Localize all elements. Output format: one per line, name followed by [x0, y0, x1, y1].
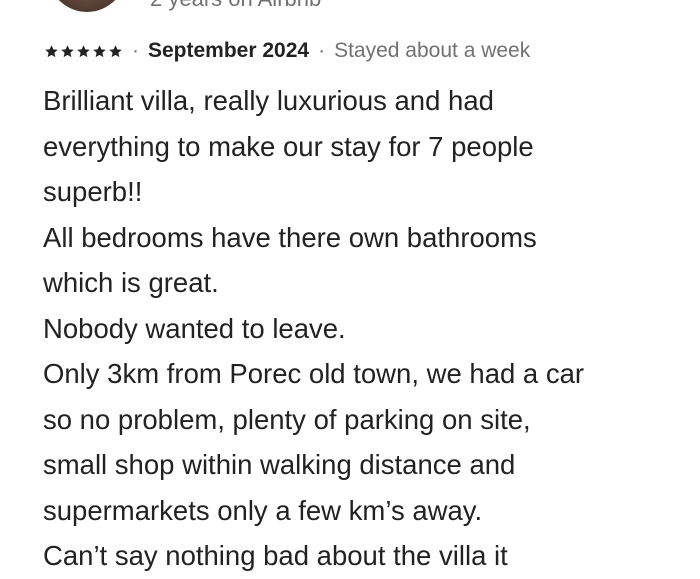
- review-line: everything to make our stay for 7 people: [43, 130, 534, 162]
- review-line: Can’t say nothing bad about the villa it: [43, 540, 508, 571]
- review-line: Only 3km from Porec old town, we had a c…: [43, 358, 585, 389]
- star-icon: [60, 44, 75, 59]
- review-date: September 2024: [148, 39, 310, 62]
- review-text: Brilliant villa, really luxurious and ha…: [43, 78, 683, 579]
- review-line: Nobody wanted to leave.: [43, 312, 346, 344]
- review-line: superb!!: [43, 176, 143, 207]
- meta-separator: ·: [132, 39, 139, 62]
- reviewer-avatar[interactable]: [48, 0, 126, 12]
- review-line: All bedrooms have there own bathrooms: [43, 221, 537, 253]
- star-icon: [108, 44, 123, 59]
- review-meta: · September 2024 · Stayed about a week: [44, 36, 530, 66]
- star-icon: [44, 44, 59, 59]
- review-line: small shop within walking distance and: [43, 449, 516, 480]
- review-line: so no problem, plenty of parking on site…: [43, 403, 531, 435]
- review-line: which is great.: [43, 267, 219, 298]
- reviewer-tenure: 2 years on Airbnb: [150, 0, 321, 12]
- meta-separator: ·: [318, 39, 326, 62]
- review-line: Brilliant villa, really luxurious and ha…: [43, 85, 494, 116]
- star-icon: [76, 44, 91, 59]
- review-line: supermarkets only a few km’s away.: [43, 494, 483, 526]
- star-icon: [92, 44, 107, 59]
- star-rating: [44, 44, 123, 59]
- stay-length: Stayed about a week: [334, 39, 531, 62]
